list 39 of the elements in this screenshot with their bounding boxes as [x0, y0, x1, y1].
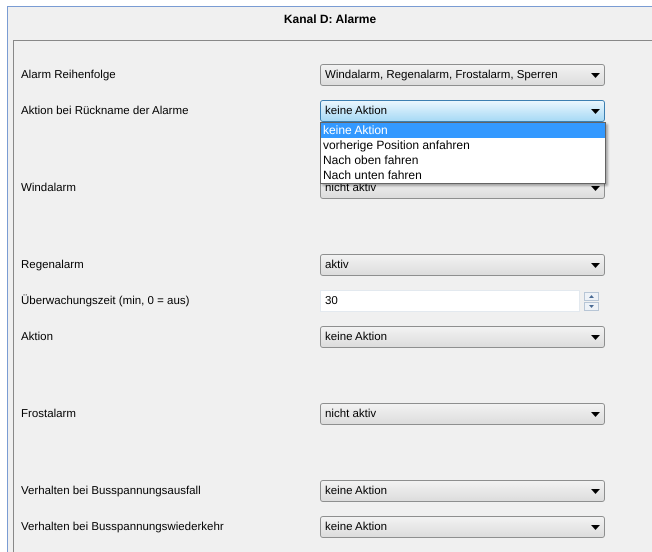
dropdown-value: keine Aktion — [325, 485, 388, 497]
dropdown-value: nicht aktiv — [325, 408, 376, 420]
caret-icon — [591, 412, 600, 416]
dropdown[interactable]: nicht aktiv — [320, 403, 605, 425]
caret-icon — [591, 262, 600, 268]
dropdown-value: Windalarm, Regenalarm, Frostalarm, Sperren — [325, 69, 558, 81]
dropdown[interactable]: Windalarm, Regenalarm, Frostalarm, Sperren — [320, 64, 605, 86]
field-label: Windalarm — [20, 182, 77, 194]
dropdown-value: nicht aktiv — [325, 182, 376, 194]
dropdown-value: aktiv — [325, 259, 349, 271]
spin-up-button[interactable] — [584, 292, 599, 300]
down-arrow-icon — [589, 304, 594, 308]
dropdown-option[interactable]: vorherige Position anfahren — [321, 138, 605, 153]
dropdown-value: keine Aktion — [325, 105, 388, 117]
dropdown[interactable]: keine Aktion — [320, 100, 605, 122]
field-label: Regenalarm — [20, 259, 85, 271]
caret-icon — [591, 524, 600, 530]
spin-down-button[interactable] — [584, 302, 599, 310]
field-label: Verhalten bei Busspannungsausfall — [20, 485, 202, 497]
dropdown-value: keine Aktion — [325, 331, 388, 343]
window-title: Kanal D: Alarme — [284, 12, 376, 27]
dropdown[interactable]: keine Aktion — [320, 326, 605, 348]
field-label: Aktion bei Rückname der Alarme — [20, 105, 190, 117]
field-label: Verhalten bei Busspannungswiederkehr — [20, 521, 225, 533]
caret-icon — [591, 334, 600, 340]
dropdown-value: keine Aktion — [325, 521, 388, 533]
dropdown[interactable]: aktiv — [320, 254, 605, 276]
caret-icon — [591, 72, 600, 78]
dropdown-option[interactable]: Nach oben fahren — [321, 153, 605, 168]
caret-icon — [591, 488, 600, 494]
field-label: Frostalarm — [20, 408, 77, 420]
up-arrow-icon — [589, 294, 594, 298]
dropdown[interactable]: keine Aktion — [320, 516, 605, 538]
field-label: Überwachungszeit (min, 0 = aus) — [20, 295, 190, 307]
field-label: Aktion — [20, 331, 54, 343]
number-field[interactable]: 30 — [320, 290, 580, 312]
field-label: Alarm Reihenfolge — [20, 69, 117, 81]
dropdown[interactable]: keine Aktion — [320, 480, 605, 502]
caret-icon — [591, 108, 600, 114]
